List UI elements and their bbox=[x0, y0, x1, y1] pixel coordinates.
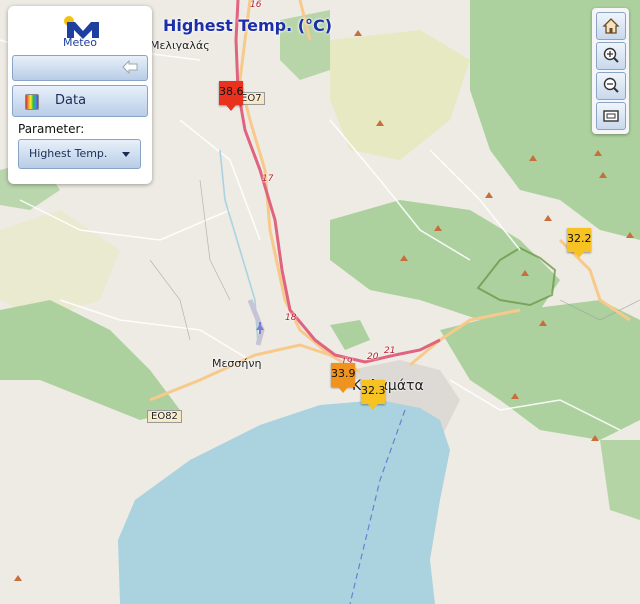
control-panel: Meteo Data Parameter: Highest Temp. bbox=[8, 6, 152, 184]
road-label-16: 16 bbox=[250, 0, 262, 10]
road-label-17: 17 bbox=[262, 174, 274, 184]
data-button[interactable]: Data bbox=[12, 85, 148, 117]
road-label-21: 21 bbox=[384, 346, 396, 356]
temperature-marker-1[interactable]: 38.6 bbox=[219, 81, 244, 111]
place-messini: Μεσσήνη bbox=[212, 357, 262, 370]
arrow-left-icon bbox=[122, 60, 138, 74]
full-extent-button[interactable] bbox=[596, 102, 626, 130]
chevron-down-icon bbox=[122, 152, 130, 157]
data-button-label: Data bbox=[55, 93, 87, 108]
temperature-marker-4[interactable]: 32.2 bbox=[567, 228, 592, 258]
parameter-select[interactable]: Highest Temp. bbox=[18, 139, 141, 169]
temperature-marker-3[interactable]: 32.3 bbox=[361, 380, 386, 410]
home-button[interactable] bbox=[596, 12, 626, 40]
road-label-20: 20 bbox=[367, 352, 379, 362]
collapse-bar[interactable] bbox=[12, 55, 148, 81]
parameter-label: Parameter: bbox=[18, 122, 85, 136]
place-meligalas: Μελιγαλάς bbox=[150, 39, 210, 52]
road-label-18: 18 bbox=[285, 313, 297, 323]
logo-text: Meteo bbox=[62, 36, 98, 49]
zoom-in-icon bbox=[603, 47, 619, 63]
home-icon bbox=[602, 18, 620, 34]
parameter-select-value: Highest Temp. bbox=[29, 147, 108, 160]
meteo-logo-icon bbox=[64, 16, 99, 39]
temperature-marker-2[interactable]: 33.9 bbox=[331, 363, 356, 393]
zoom-out-icon bbox=[603, 77, 619, 93]
road-label-e082: ΕΟ82 bbox=[147, 410, 182, 423]
zoom-out-button[interactable] bbox=[596, 72, 626, 100]
map-toolbar bbox=[592, 8, 629, 134]
rainbow-icon bbox=[25, 94, 39, 110]
map-title: Highest Temp. (°C) bbox=[163, 16, 333, 35]
extent-icon bbox=[603, 110, 619, 122]
zoom-in-button[interactable] bbox=[596, 42, 626, 70]
